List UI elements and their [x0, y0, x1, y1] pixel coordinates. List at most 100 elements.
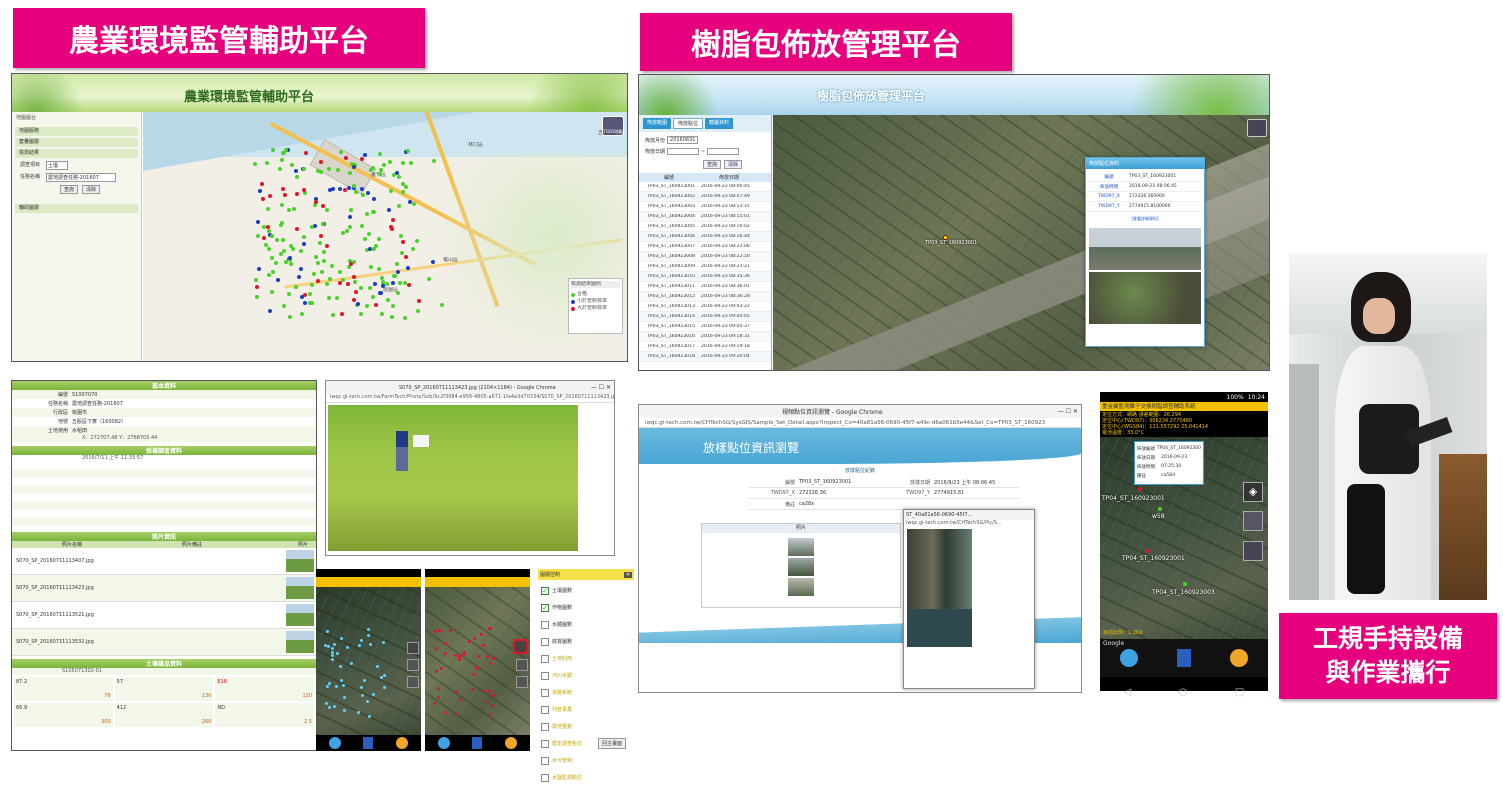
photo-thumb[interactable]	[286, 577, 314, 599]
result-dot[interactable]	[401, 190, 406, 195]
result-dot[interactable]	[388, 159, 393, 164]
phone-map-dot[interactable]	[476, 654, 480, 658]
phone-map-dot[interactable]	[371, 693, 375, 697]
result-dot[interactable]	[377, 267, 382, 272]
result-dot[interactable]	[270, 256, 275, 261]
photo-row[interactable]: S070_SP_20160711113532.jpg	[12, 629, 316, 656]
phone-map-dot[interactable]	[492, 694, 496, 698]
phone-map-dot[interactable]	[475, 666, 479, 670]
result-dot[interactable]	[398, 233, 403, 238]
result-dot[interactable]	[347, 215, 352, 220]
result-dot[interactable]	[325, 208, 330, 213]
photo-url-bar[interactable]: iwqc.gi-tech.com.tw/FarmTech/Photo/Sob/9…	[326, 394, 614, 403]
result-dot[interactable]	[395, 291, 400, 296]
result-dot[interactable]	[380, 284, 385, 289]
photo-row[interactable]: S070_SP_20160711113407.jpg	[12, 548, 316, 575]
result-dot[interactable]	[278, 167, 283, 172]
layer-checkbox[interactable]: ✓	[541, 603, 549, 612]
result-dot[interactable]	[406, 282, 411, 287]
result-dot[interactable]	[399, 251, 404, 256]
table-row[interactable]: TP03_ST_160923015 2016-09-23 09:04:37	[639, 322, 771, 332]
result-dot[interactable]	[394, 262, 399, 267]
result-dot[interactable]	[265, 206, 270, 211]
agri-map[interactable]: 林口區 五股區 蘆竹區 龜山區 桃園區 TGOS地圖 檢測結果圖例 合格 小於管…	[143, 112, 627, 361]
table-row[interactable]: TP03_ST_160923013 2016-09-23 09:03:22	[639, 302, 771, 312]
resin-tab-0[interactable]: 佈放範圍	[643, 118, 672, 129]
result-dot[interactable]	[391, 281, 396, 286]
phone-map-dot[interactable]	[434, 647, 438, 651]
result-dot[interactable]	[340, 311, 345, 316]
result-dot[interactable]	[282, 193, 287, 198]
phone-map-dot[interactable]	[470, 687, 474, 691]
result-dot[interactable]	[317, 241, 322, 246]
table-row[interactable]: TP03_ST_160923018 2016-09-23 09:20:04	[639, 352, 771, 362]
phone-globe-icon[interactable]	[438, 737, 451, 749]
phone-map-dot[interactable]	[339, 636, 343, 640]
photo-thumb[interactable]	[286, 550, 314, 572]
layer-item[interactable]: 道路系統	[541, 684, 631, 701]
phone-map-dot[interactable]	[453, 654, 457, 658]
result-dot[interactable]	[373, 282, 378, 287]
result-dot[interactable]	[377, 290, 382, 295]
phone-map-dot[interactable]	[360, 686, 364, 690]
agri-menu-item-3[interactable]: 輔助圖層	[15, 204, 138, 213]
layer-item[interactable]: 水鹽監測點位	[541, 769, 631, 786]
result-dot[interactable]	[315, 261, 320, 266]
result-dot[interactable]	[402, 280, 407, 285]
result-dot[interactable]	[294, 169, 299, 174]
phone-map-dot[interactable]	[472, 672, 476, 676]
phone-map-dot[interactable]	[357, 711, 361, 715]
result-dot[interactable]	[352, 259, 357, 264]
result-dot[interactable]	[337, 186, 342, 191]
phone-map-dot[interactable]	[363, 678, 367, 682]
table-row[interactable]: TP03_ST_160923008 2016-09-23 08:22:50	[639, 252, 771, 262]
phone-map-dot[interactable]	[382, 673, 386, 677]
result-dot[interactable]	[410, 246, 415, 251]
result-dot[interactable]	[368, 285, 373, 290]
result-dot[interactable]	[391, 217, 396, 222]
phone-map-dot[interactable]	[484, 699, 488, 703]
phone-b-layer-button[interactable]	[513, 639, 528, 654]
result-dot[interactable]	[416, 299, 421, 304]
phone-map-dot[interactable]	[325, 701, 329, 705]
result-dot[interactable]	[398, 281, 403, 286]
layer-item[interactable]: 底質圖數	[541, 633, 631, 650]
layer-item[interactable]: ✓ 作物圖數	[541, 599, 631, 616]
phone-map-dot[interactable]	[368, 642, 372, 646]
result-dot[interactable]	[310, 283, 315, 288]
phone-map-dot[interactable]	[454, 713, 458, 717]
phone-map-dot[interactable]	[383, 685, 387, 689]
result-dot[interactable]	[372, 247, 377, 252]
result-dot[interactable]	[353, 289, 358, 294]
result-dot[interactable]	[267, 193, 272, 198]
layer-item[interactable]: 農地重劃	[541, 718, 631, 735]
phone-map-dot[interactable]	[489, 713, 493, 717]
result-dot[interactable]	[295, 226, 300, 231]
result-dot[interactable]	[431, 158, 436, 163]
result-dot[interactable]	[351, 274, 356, 279]
table-row[interactable]: TP03_ST_160923010 2016-09-23 08:35:36	[639, 272, 771, 282]
result-dot[interactable]	[390, 315, 395, 320]
table-row[interactable]: TP03_ST_160923004 2016-09-23 08:15:01	[639, 212, 771, 222]
phone-pin-icon[interactable]	[472, 737, 483, 749]
result-dot[interactable]	[374, 243, 379, 248]
result-dot[interactable]	[312, 272, 317, 277]
layer-checkbox[interactable]	[541, 688, 549, 697]
result-dot[interactable]	[261, 235, 266, 240]
result-dot[interactable]	[403, 315, 408, 320]
table-row[interactable]: TP03_ST_160923003 2016-09-23 08:13:15	[639, 202, 771, 212]
phone-map-dot[interactable]	[335, 685, 339, 689]
phone-map-dot[interactable]	[379, 675, 383, 679]
phone-map-dot[interactable]	[382, 641, 386, 645]
result-dot[interactable]	[347, 186, 352, 191]
phone-map-dot[interactable]	[458, 698, 462, 702]
layer-checkbox[interactable]	[541, 773, 549, 782]
result-dot[interactable]	[342, 187, 347, 192]
result-dot[interactable]	[440, 302, 445, 307]
result-dot[interactable]	[397, 175, 402, 180]
phone-layer-button[interactable]	[1243, 511, 1263, 531]
layer-checkbox[interactable]	[541, 739, 549, 748]
result-dot[interactable]	[302, 242, 307, 247]
resin-tab-2[interactable]: 轄屬資料	[705, 118, 734, 129]
table-row[interactable]: TP03_ST_160923009 2016-09-23 08:23:21	[639, 262, 771, 272]
